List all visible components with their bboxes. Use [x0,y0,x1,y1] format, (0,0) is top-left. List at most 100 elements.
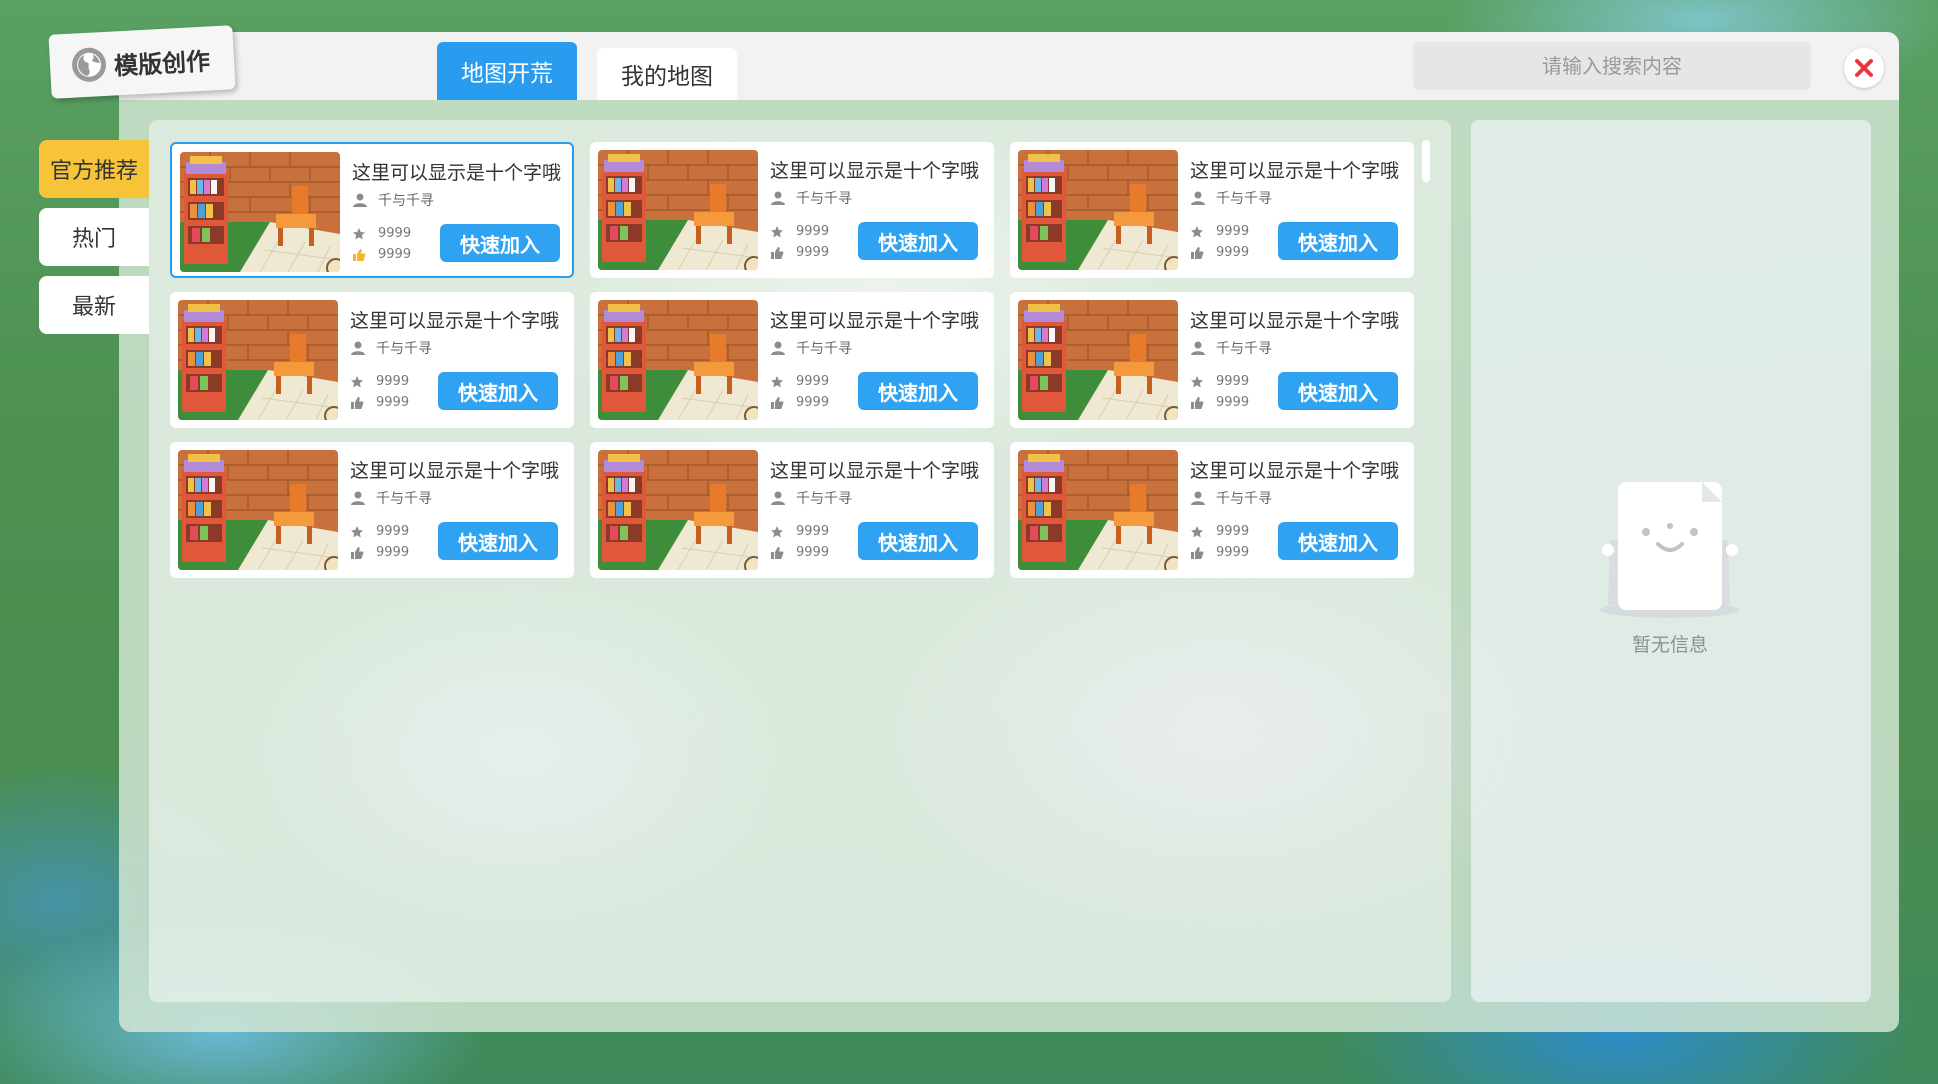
stars-row: 9999 [770,524,829,539]
map-card[interactable]: 这里可以显示是十个字哦 千与千寻 9999 9999 快速加入 [590,142,994,278]
stars-row: 9999 [350,524,409,539]
quick-join-button[interactable]: 快速加入 [858,522,978,560]
map-title: 这里可以显示是十个字哦 [1190,460,1400,482]
star-icon [771,375,783,387]
star-icon [771,525,783,537]
user-icon [1191,191,1205,205]
author-row: 千与千寻 [1190,338,1272,358]
thumbs-up-icon [771,396,784,409]
tab-map-explore[interactable]: 地图开荒 [437,42,577,100]
quick-join-button[interactable]: 快速加入 [438,372,558,410]
map-thumbnail [598,150,758,270]
map-card[interactable]: 这里可以显示是十个字哦 千与千寻 9999 9999 快速加入 [170,142,574,278]
map-author: 千与千寻 [1216,491,1272,507]
star-icon [1191,375,1203,387]
user-icon [351,491,365,505]
stars-count: 9999 [1216,374,1250,389]
thumbs-up-icon [353,248,366,261]
stars-count: 9999 [796,224,830,239]
map-thumbnail [598,300,758,420]
quick-join-button[interactable]: 快速加入 [1278,222,1398,260]
map-title: 这里可以显示是十个字哦 [770,310,980,332]
stars-count: 9999 [796,524,830,539]
author-row: 千与千寻 [770,488,852,508]
author-row: 千与千寻 [770,188,852,208]
app-title: 模版创作 [113,46,211,80]
empty-message: 暂无信息 [1631,634,1708,656]
user-icon [353,193,367,207]
user-icon [771,491,785,505]
likes-row: 9999 [350,395,409,410]
likes-row: 9999 [770,245,829,260]
likes-row: 9999 [352,247,411,262]
close-icon [1855,59,1873,77]
map-thumbnail [180,152,340,272]
thumbs-up-icon [1191,246,1204,259]
map-author: 千与千寻 [378,193,434,209]
likes-row: 9999 [1190,245,1249,260]
likes-row: 9999 [770,395,829,410]
map-card[interactable]: 这里可以显示是十个字哦 千与千寻 9999 9999 快速加入 [170,442,574,578]
stars-row: 9999 [1190,224,1249,239]
stars-row: 9999 [770,374,829,389]
likes-count: 9999 [376,545,410,560]
empty-document-icon [1590,470,1750,650]
app-title-tab: 模版创作 [48,25,236,99]
sidebar-item-official[interactable]: 官方推荐 [39,140,149,198]
map-title: 这里可以显示是十个字哦 [1190,160,1400,182]
map-title: 这里可以显示是十个字哦 [770,460,980,482]
sidebar-item-hot[interactable]: 热门 [39,208,149,266]
author-row: 千与千寻 [350,338,432,358]
quick-join-button[interactable]: 快速加入 [1278,522,1398,560]
quick-join-button[interactable]: 快速加入 [1278,372,1398,410]
user-icon [351,341,365,355]
author-row: 千与千寻 [352,190,434,210]
stars-count: 9999 [378,226,412,241]
likes-row: 9999 [1190,395,1249,410]
likes-count: 9999 [796,395,830,410]
map-card[interactable]: 这里可以显示是十个字哦 千与千寻 9999 9999 快速加入 [1010,292,1414,428]
user-icon [1191,491,1205,505]
thumbs-up-icon [771,546,784,559]
author-row: 千与千寻 [350,488,432,508]
quick-join-button[interactable]: 快速加入 [858,372,978,410]
map-author: 千与千寻 [796,491,852,507]
search-input[interactable] [1413,42,1811,90]
map-thumbnail [598,450,758,570]
scrollbar[interactable] [1422,140,1430,182]
user-icon [771,341,785,355]
map-card[interactable]: 这里可以显示是十个字哦 千与千寻 9999 9999 快速加入 [1010,142,1414,278]
map-thumbnail [1018,300,1178,420]
likes-count: 9999 [378,247,412,262]
likes-count: 9999 [1216,545,1250,560]
map-card[interactable]: 这里可以显示是十个字哦 千与千寻 9999 9999 快速加入 [170,292,574,428]
stars-row: 9999 [770,224,829,239]
quick-join-button[interactable]: 快速加入 [858,222,978,260]
likes-count: 9999 [1216,395,1250,410]
author-row: 千与千寻 [770,338,852,358]
stars-row: 9999 [1190,374,1249,389]
user-icon [771,191,785,205]
user-icon [1191,341,1205,355]
map-author: 千与千寻 [376,491,432,507]
map-card[interactable]: 这里可以显示是十个字哦 千与千寻 9999 9999 快速加入 [590,442,994,578]
likes-row: 9999 [1190,545,1249,560]
stars-count: 9999 [1216,524,1250,539]
map-thumbnail [178,300,338,420]
stars-row: 9999 [352,226,411,241]
map-card[interactable]: 这里可以显示是十个字哦 千与千寻 9999 9999 快速加入 [590,292,994,428]
quick-join-button[interactable]: 快速加入 [440,224,560,262]
stars-count: 9999 [1216,224,1250,239]
thumbs-up-icon [1191,546,1204,559]
map-thumbnail [1018,450,1178,570]
tab-my-maps[interactable]: 我的地图 [597,48,737,100]
quick-join-button[interactable]: 快速加入 [438,522,558,560]
map-card[interactable]: 这里可以显示是十个字哦 千与千寻 9999 9999 快速加入 [1010,442,1414,578]
stars-count: 9999 [376,374,410,389]
close-button[interactable] [1844,48,1884,88]
sidebar-item-latest[interactable]: 最新 [39,276,149,334]
map-title: 这里可以显示是十个字哦 [352,162,562,184]
star-icon [351,525,363,537]
likes-count: 9999 [796,545,830,560]
likes-count: 9999 [796,245,830,260]
